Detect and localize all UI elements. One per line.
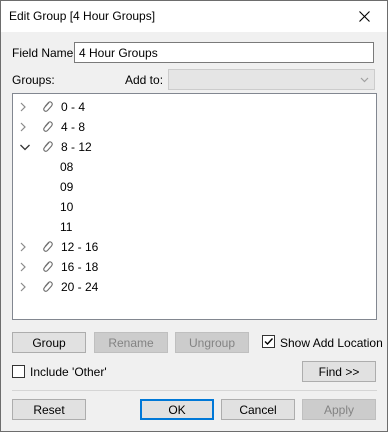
reset-button[interactable]: Reset [12,399,86,420]
paperclip-icon [43,121,53,132]
paperclip-icon [43,281,53,292]
paperclip-icon [43,101,53,112]
rename-button[interactable]: Rename [94,332,168,353]
group-row[interactable]: 8 - 12 [13,137,376,157]
chevron-down-icon[interactable] [19,140,31,154]
ok-button[interactable]: OK [140,399,214,420]
groups-tree[interactable]: 0 - 4 4 - 8 8 - 12 08 09 10 11 12 - 16 1… [12,93,377,320]
edit-group-dialog: Edit Group [4 Hour Groups] Field Name: G… [0,0,388,432]
title-bar: Edit Group [4 Hour Groups] [1,1,387,32]
group-label: 0 - 4 [61,100,86,114]
ungroup-button[interactable]: Ungroup [175,332,249,353]
paperclip-icon [43,261,53,272]
group-row[interactable]: 0 - 4 [13,97,376,117]
include-other-label[interactable]: Include 'Other' [30,365,107,379]
member-row[interactable]: 11 [13,217,376,237]
group-row[interactable]: 20 - 24 [13,277,376,297]
paperclip-icon [43,241,53,252]
group-label: 12 - 16 [61,240,99,254]
group-button[interactable]: Group [12,332,86,353]
member-row[interactable]: 09 [13,177,376,197]
checkmark-icon [264,338,274,346]
group-label: 8 - 12 [61,140,92,154]
apply-button[interactable]: Apply [302,399,376,420]
group-row[interactable]: 4 - 8 [13,117,376,137]
add-to-label: Add to: [125,73,164,87]
member-label: 09 [60,180,74,194]
close-button[interactable] [341,1,387,32]
member-row[interactable]: 08 [13,157,376,177]
group-label: 16 - 18 [61,260,99,274]
dialog-title: Edit Group [4 Hour Groups] [9,9,156,23]
include-other-checkbox[interactable] [12,365,25,378]
group-label: 20 - 24 [61,280,99,294]
field-name-label: Field Name: [12,46,77,60]
chevron-right-icon[interactable] [19,260,27,274]
chevron-right-icon[interactable] [19,280,27,294]
paperclip-icon [43,141,53,152]
add-to-dropdown[interactable] [168,69,375,90]
field-name-input[interactable] [74,42,374,63]
member-label: 10 [60,200,74,214]
member-row[interactable]: 10 [13,197,376,217]
member-label: 11 [60,220,73,234]
chevron-right-icon[interactable] [19,100,27,114]
group-label: 4 - 8 [61,120,86,134]
show-add-location-checkbox[interactable] [262,335,275,348]
divider [12,390,377,391]
group-row[interactable]: 16 - 18 [13,257,376,277]
group-row[interactable]: 12 - 16 [13,237,376,257]
find-button[interactable]: Find >> [302,361,376,382]
cancel-button[interactable]: Cancel [221,399,295,420]
chevron-down-icon [360,77,369,83]
chevron-right-icon[interactable] [19,120,27,134]
member-label: 08 [60,160,74,174]
chevron-right-icon[interactable] [19,240,27,254]
show-add-location-label[interactable]: Show Add Location [280,336,383,350]
groups-label: Groups: [12,73,55,87]
close-icon [358,11,370,22]
